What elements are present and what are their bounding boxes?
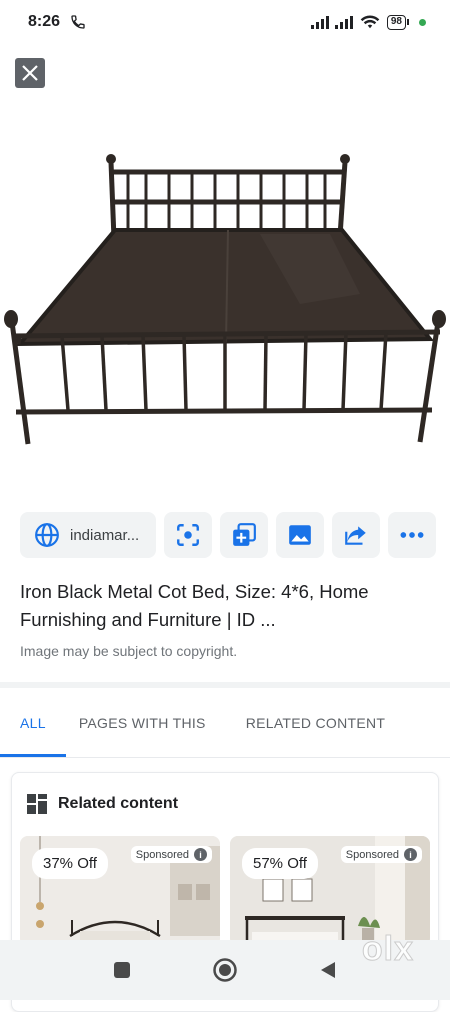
status-time: 8:26 bbox=[28, 13, 61, 30]
info-icon: i bbox=[404, 848, 417, 861]
result-tabs: ALL PAGES WITH THIS RELATED CONTENT bbox=[0, 688, 450, 758]
phone-icon bbox=[71, 15, 85, 29]
more-icon bbox=[400, 532, 424, 538]
status-bar: 8:26 98 bbox=[0, 0, 450, 44]
active-tab-indicator bbox=[0, 754, 66, 757]
sponsored-text: Sponsored bbox=[135, 848, 189, 861]
battery-level: 98 bbox=[386, 14, 406, 30]
related-heading: Related content bbox=[26, 793, 178, 815]
add-to-collection-button[interactable] bbox=[220, 512, 268, 558]
tab-related-content[interactable]: RELATED CONTENT bbox=[246, 688, 386, 758]
status-icons: 98 bbox=[310, 14, 426, 30]
home-icon[interactable] bbox=[212, 957, 238, 983]
source-chip[interactable]: indiamar... bbox=[20, 512, 156, 558]
sponsored-label[interactable]: Sponsored i bbox=[130, 846, 212, 863]
grid-icon bbox=[27, 794, 47, 814]
close-icon bbox=[22, 65, 38, 81]
bed-image[interactable] bbox=[0, 144, 450, 454]
source-label: indiamar... bbox=[70, 526, 140, 544]
globe-icon bbox=[35, 523, 59, 547]
wifi-icon bbox=[360, 15, 380, 29]
status-dot bbox=[419, 18, 426, 26]
recents-icon[interactable] bbox=[112, 960, 132, 980]
related-heading-label: Related content bbox=[58, 795, 179, 812]
battery-icon: 98 bbox=[386, 14, 409, 30]
lens-search-button[interactable] bbox=[164, 512, 212, 558]
share-button[interactable] bbox=[332, 512, 380, 558]
sponsored-label[interactable]: Sponsored i bbox=[340, 846, 422, 863]
action-row: indiamar... bbox=[20, 512, 436, 558]
back-icon[interactable] bbox=[318, 960, 338, 980]
signal-icon bbox=[310, 15, 329, 29]
related-item[interactable]: 37% Off Sponsored i bbox=[20, 836, 220, 946]
more-button[interactable] bbox=[388, 512, 436, 558]
result-title[interactable]: Iron Black Metal Cot Bed, Size: 4*6, Hom… bbox=[20, 578, 430, 634]
signal-icon bbox=[334, 15, 353, 29]
discount-badge: 37% Off bbox=[32, 848, 108, 879]
sponsored-text: Sponsored bbox=[345, 848, 399, 861]
open-image-button[interactable] bbox=[276, 512, 324, 558]
open-image-icon bbox=[289, 525, 311, 545]
olx-watermark: olx bbox=[361, 930, 414, 969]
tab-pages-with-this[interactable]: PAGES WITH THIS bbox=[79, 688, 206, 758]
tab-all[interactable]: ALL bbox=[20, 688, 46, 758]
lens-search-icon bbox=[177, 524, 199, 546]
close-button[interactable] bbox=[15, 58, 45, 88]
discount-badge: 57% Off bbox=[242, 848, 318, 879]
image-viewer bbox=[0, 44, 450, 498]
share-icon bbox=[345, 526, 366, 545]
add-to-collection-icon bbox=[233, 523, 256, 546]
info-icon: i bbox=[194, 848, 207, 861]
copyright-notice: Image may be subject to copyright. bbox=[20, 643, 238, 659]
